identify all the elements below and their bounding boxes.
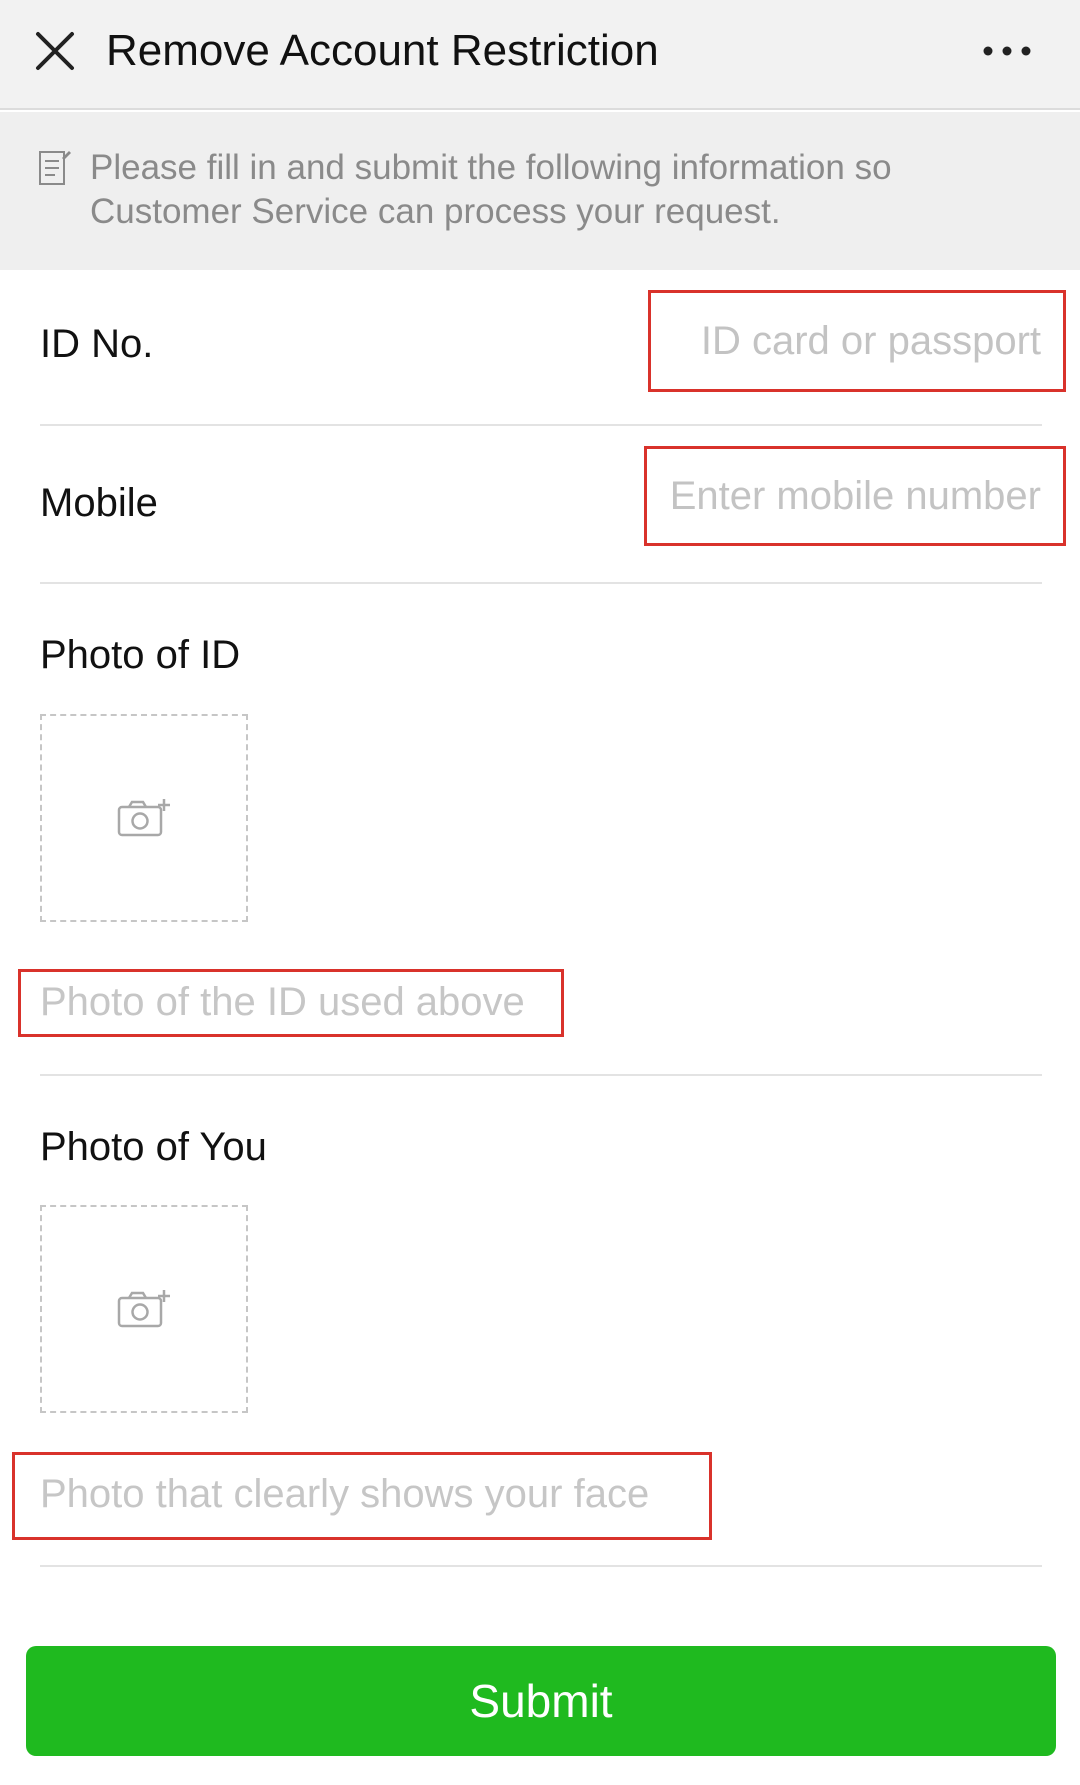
more-options-button[interactable] bbox=[972, 22, 1042, 80]
divider bbox=[40, 1565, 1042, 1567]
mobile-input[interactable] bbox=[647, 449, 1063, 543]
submit-button[interactable]: Submit bbox=[26, 1646, 1056, 1756]
add-photo-camera-icon bbox=[117, 799, 170, 837]
close-button[interactable] bbox=[26, 22, 84, 80]
document-edit-icon bbox=[39, 151, 71, 185]
divider bbox=[40, 582, 1042, 584]
mobile-label: Mobile bbox=[40, 481, 158, 525]
mobile-field[interactable] bbox=[644, 446, 1066, 546]
photo-id-label: Photo of ID bbox=[40, 633, 241, 677]
id-no-input[interactable] bbox=[651, 293, 1063, 389]
info-notice: Please fill in and submit the following … bbox=[0, 112, 1080, 270]
photo-you-hint: Photo that clearly shows your face bbox=[40, 1472, 650, 1516]
top-bar: Remove Account Restriction bbox=[0, 0, 1080, 110]
remove-restriction-page: Remove Account Restriction Please fill i… bbox=[0, 0, 1080, 1785]
add-photo-camera-icon bbox=[117, 1290, 170, 1328]
divider bbox=[40, 424, 1042, 426]
id-no-label: ID No. bbox=[40, 322, 154, 366]
id-no-field[interactable] bbox=[648, 290, 1066, 392]
more-options-icon bbox=[983, 46, 1031, 56]
divider bbox=[40, 1074, 1042, 1076]
photo-you-upload[interactable] bbox=[40, 1205, 248, 1413]
notice-text: Please fill in and submit the following … bbox=[90, 148, 892, 231]
close-icon bbox=[36, 32, 74, 70]
page-title: Remove Account Restriction bbox=[106, 26, 659, 75]
photo-id-hint: Photo of the ID used above bbox=[40, 980, 525, 1024]
photo-you-label: Photo of You bbox=[40, 1125, 267, 1169]
photo-id-upload[interactable] bbox=[40, 714, 248, 922]
